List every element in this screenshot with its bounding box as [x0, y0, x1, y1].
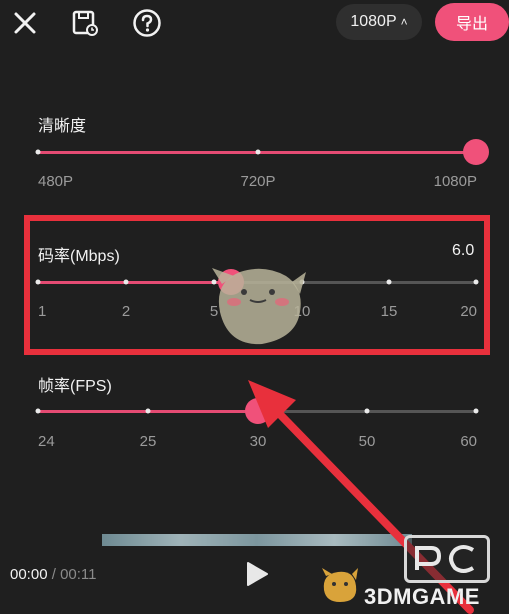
watermark-text: 3DMGAME — [364, 584, 480, 609]
annotation-arrow — [248, 380, 474, 614]
mascot-logo — [318, 566, 362, 611]
pc-logo-watermark — [404, 535, 490, 583]
